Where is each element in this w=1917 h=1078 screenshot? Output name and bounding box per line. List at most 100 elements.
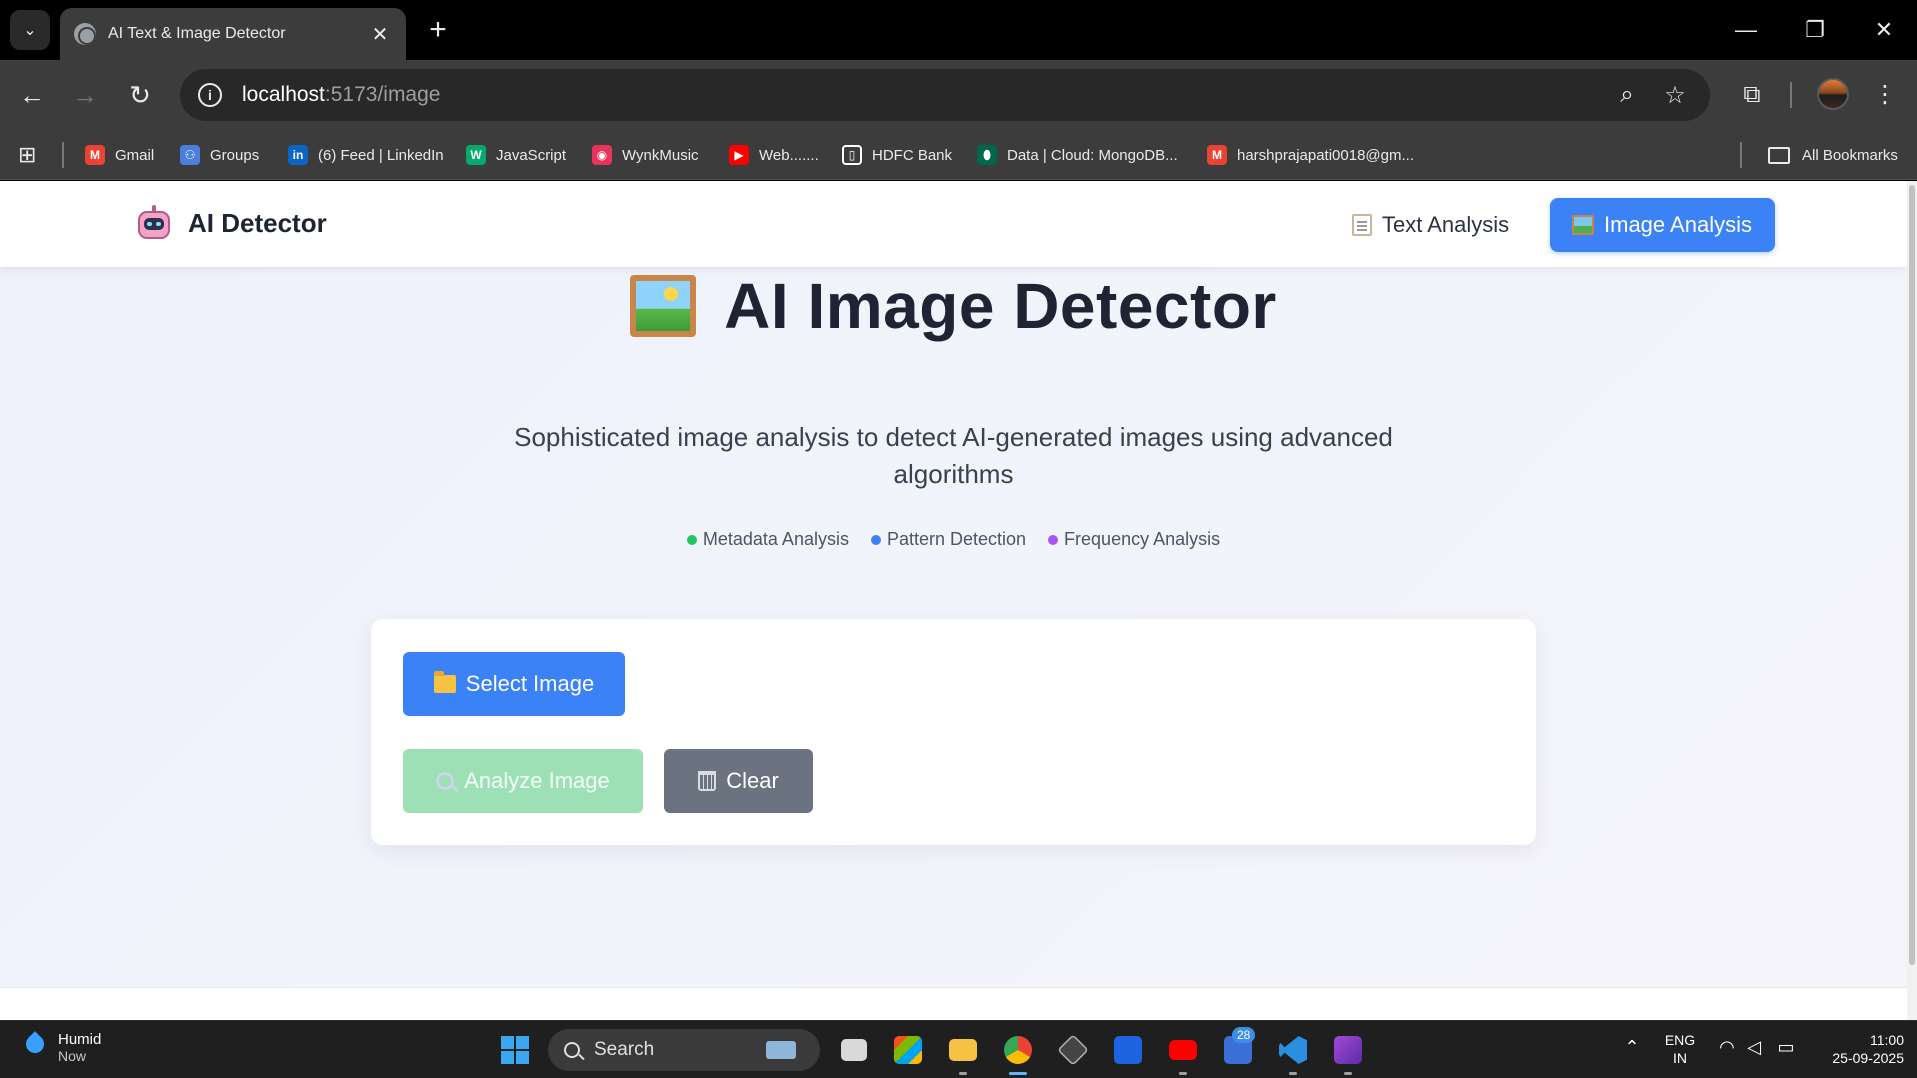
feature-item: Pattern Detection — [870, 529, 1027, 550]
microsoft-store-icon[interactable] — [887, 1029, 929, 1071]
bookmark-item[interactable]: W JavaScript — [466, 130, 566, 180]
brand-logo-link[interactable]: AI Detector — [136, 205, 327, 241]
bookmark-label: JavaScript — [496, 146, 567, 164]
framed-picture-icon — [1572, 215, 1594, 235]
region-code: IN — [1673, 1050, 1687, 1066]
gmail-icon: M — [85, 145, 105, 165]
profile-avatar[interactable] — [1817, 78, 1849, 110]
zoom-icon[interactable]: ⌕ — [1612, 81, 1642, 109]
taskbar-search[interactable]: Search — [548, 1029, 820, 1071]
wifi-icon[interactable]: ◠ — [1715, 1037, 1739, 1058]
select-image-button[interactable]: Select Image — [403, 652, 625, 716]
running-indicator — [1289, 1072, 1297, 1075]
all-bookmarks-folder[interactable]: All Bookmarks — [1768, 130, 1898, 180]
app-navbar: AI Detector Text Analysis Image Analysis — [0, 181, 1907, 267]
page-footer — [0, 987, 1907, 1020]
running-indicator — [1179, 1072, 1187, 1075]
scrollbar-thumb[interactable] — [1909, 185, 1915, 965]
search-icon — [564, 1042, 580, 1058]
bookmark-item[interactable]: ⬮ Data | Cloud: MongoDB... — [977, 130, 1178, 180]
bookmark-item[interactable]: ⚇ Groups — [180, 130, 259, 180]
select-image-label: Select Image — [465, 671, 595, 696]
azure-data-studio-icon[interactable] — [1107, 1029, 1149, 1071]
feature-label: Frequency Analysis — [1064, 529, 1221, 549]
bookmark-item[interactable]: in (6) Feed | LinkedIn — [288, 130, 444, 180]
groups-icon: ⚇ — [180, 145, 200, 165]
windows-logo-icon — [501, 1036, 529, 1064]
upload-card: Select Image Analyze Image Clear — [371, 619, 1536, 845]
analyze-image-button[interactable]: Analyze Image — [403, 749, 643, 813]
bookmark-label: Data | Cloud: MongoDB... — [1007, 146, 1178, 164]
page-title: AI Image Detector — [724, 270, 1277, 342]
weather-widget[interactable]: Humid Now — [22, 1031, 101, 1064]
bookmark-item[interactable]: Mharshprajapati0018@gm... — [1207, 130, 1414, 180]
memo-icon — [1352, 214, 1372, 236]
battery-icon[interactable]: ▭ — [1774, 1037, 1798, 1058]
url-host: localhost — [242, 83, 325, 106]
clipchamp-icon[interactable] — [1327, 1029, 1369, 1071]
tab-title: AI Text & Image Detector — [108, 25, 286, 42]
youtube-icon[interactable] — [1162, 1029, 1204, 1071]
clear-button[interactable]: Clear — [664, 749, 813, 813]
hero-title-row: AI Image Detector — [0, 269, 1907, 343]
language-indicator[interactable]: ENG IN — [1660, 1031, 1700, 1067]
clear-label: Clear — [726, 768, 779, 793]
wastebasket-icon — [698, 771, 717, 791]
url-path: :5173/image — [324, 83, 441, 106]
tab-close-icon[interactable]: ✕ — [368, 22, 392, 47]
bookmark-item[interactable]: ◉ WynkMusic — [592, 130, 699, 180]
browser-menu-icon[interactable]: ⋮ — [1865, 75, 1905, 115]
youtube-icon: ▶ — [729, 145, 749, 165]
feature-label: Pattern Detection — [886, 529, 1027, 549]
bookmark-label: harshprajapati0018@gm... — [1237, 146, 1414, 164]
toolbar-divider — [1790, 82, 1792, 108]
feature-item: Metadata Analysis — [686, 529, 849, 550]
dev-tool-icon[interactable] — [1052, 1029, 1094, 1071]
page-subtitle: Sophisticated image analysis to detect A… — [514, 422, 1393, 489]
clock[interactable]: 11:00 25-09-2025 — [1808, 1031, 1904, 1067]
browser-tab-strip: ⌄ AI Text & Image Detector ✕ + — ❐ ✕ — [0, 0, 1917, 60]
new-tab-button[interactable]: + — [420, 12, 456, 48]
browser-tab-active[interactable]: AI Text & Image Detector ✕ — [60, 8, 406, 60]
volume-icon[interactable]: ◁ — [1742, 1037, 1766, 1058]
weather-subtitle: Now — [58, 1048, 87, 1064]
nav-image-analysis[interactable]: Image Analysis — [1550, 198, 1775, 252]
bookmark-star-icon[interactable]: ☆ — [1660, 81, 1690, 110]
notification-badge: 28 — [1232, 1027, 1256, 1043]
chevron-up-icon[interactable]: ⌃ — [1620, 1037, 1644, 1058]
page-viewport: AI Detector Text Analysis Image Analysis… — [0, 181, 1907, 1020]
reload-button[interactable]: ↻ — [120, 75, 160, 115]
chrome-icon[interactable] — [997, 1029, 1039, 1071]
tab-search-button[interactable]: ⌄ — [10, 10, 50, 50]
apps-grid-icon[interactable]: ⊞ — [18, 130, 36, 180]
bookmark-label: Web....... — [759, 146, 819, 164]
nav-text-analysis[interactable]: Text Analysis — [1330, 198, 1531, 252]
site-info-icon[interactable]: i — [198, 83, 222, 107]
running-indicator — [1344, 1072, 1352, 1075]
close-window-button[interactable]: ✕ — [1864, 12, 1904, 48]
bookmark-item[interactable]: ▯ HDFC Bank — [842, 130, 952, 180]
active-indicator — [1009, 1072, 1027, 1075]
file-explorer-icon[interactable] — [942, 1029, 984, 1071]
address-bar[interactable]: i localhost:5173/image ⌕ ☆ — [180, 69, 1710, 121]
language-code: ENG — [1664, 1032, 1696, 1048]
bookmark-item[interactable]: M Gmail — [85, 130, 154, 180]
status-dot-icon — [1048, 534, 1059, 545]
task-view-icon[interactable] — [833, 1029, 875, 1071]
page-scrollbar[interactable] — [1907, 181, 1917, 1020]
bookmark-item[interactable]: ▶ Web....... — [729, 130, 819, 180]
forward-button[interactable]: → — [65, 75, 105, 115]
extensions-icon[interactable]: ⧉ — [1732, 75, 1772, 115]
folder-icon — [1768, 146, 1790, 164]
robot-icon — [136, 205, 172, 241]
restore-button[interactable]: ❐ — [1795, 12, 1835, 48]
clock-time: 11:00 — [1870, 1032, 1904, 1048]
magnifier-icon — [436, 772, 455, 790]
windows-taskbar: Humid Now Search 28 ⌃ ENG IN ◠ ◁ ▭ 11:00… — [0, 1020, 1917, 1078]
bookmark-label: WynkMusic — [622, 146, 699, 164]
back-button[interactable]: ← — [12, 75, 52, 115]
start-button[interactable] — [494, 1029, 536, 1071]
minimize-button[interactable]: — — [1726, 12, 1766, 48]
bookmark-label: Groups — [210, 146, 260, 164]
vscode-icon[interactable] — [1272, 1029, 1314, 1071]
